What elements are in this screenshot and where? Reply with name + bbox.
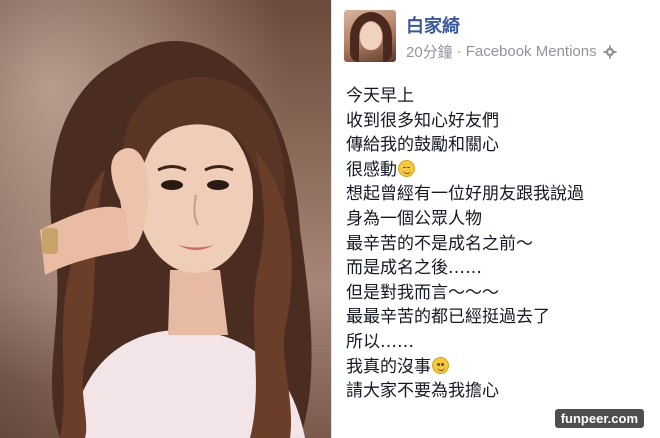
post-line: 傳給我的鼓勵和關心	[346, 135, 499, 156]
author-name-link[interactable]: 白家綺	[406, 12, 460, 38]
post-line-text: 我真的沒事	[346, 356, 431, 377]
relieved-face-icon	[398, 159, 415, 177]
gear-icon[interactable]	[603, 45, 617, 59]
post-line: 最辛苦的不是成名之前～	[346, 233, 533, 254]
post-line: 而是成名之後……	[346, 258, 482, 279]
facebook-post: 白家綺 20分鐘 · Facebook Mentions 今天早上 收到很多知心…	[331, 0, 660, 438]
author-avatar[interactable]	[344, 10, 396, 62]
post-body: 今天早上 收到很多知心好友們 傳給我的鼓勵和關心 很感動 想起曾經有一位好朋友跟…	[346, 84, 646, 404]
post-line: 收到很多知心好友們	[346, 110, 499, 131]
post-line: 身為一個公眾人物	[346, 208, 482, 229]
portrait-illustration	[40, 40, 312, 438]
post-line: 所以……	[346, 331, 414, 352]
source-link[interactable]: Facebook Mentions	[466, 43, 597, 60]
post-line-with-emoji: 很感動	[346, 158, 646, 183]
post-line: 但是對我而言～～～	[346, 282, 499, 303]
post-meta: 20分鐘 · Facebook Mentions	[406, 41, 617, 62]
avatar-face	[360, 22, 382, 50]
post-line-with-emoji: 我真的沒事	[346, 355, 646, 380]
post-line-text: 很感動	[346, 159, 397, 180]
post-line: 最最辛苦的都已經挺過去了	[346, 307, 550, 328]
timestamp-link[interactable]: 20分鐘	[406, 41, 453, 62]
watermark: funpeer.com	[554, 409, 644, 428]
post-line: 今天早上	[346, 86, 414, 106]
post-line: 請大家不要為我擔心	[346, 381, 499, 402]
post-line: 想起曾經有一位好朋友跟我說過	[346, 184, 584, 205]
profile-photo	[0, 0, 331, 438]
meta-separator: ·	[456, 43, 462, 60]
smiling-face-icon	[432, 356, 449, 374]
